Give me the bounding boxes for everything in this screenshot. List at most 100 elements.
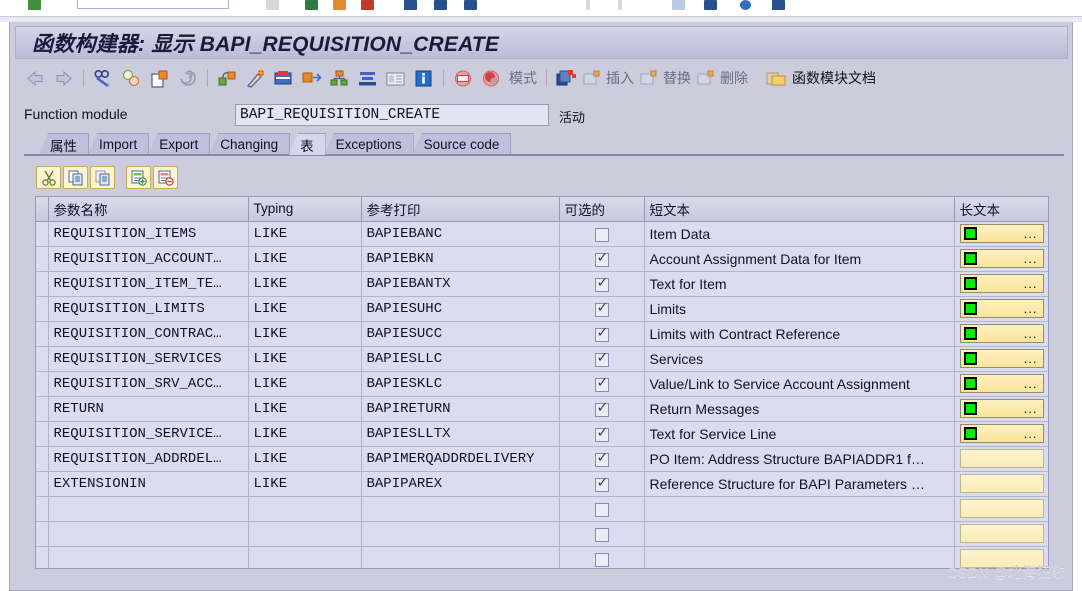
column-header-optional[interactable]: 可选的	[559, 197, 645, 222]
tab-changing[interactable]: Changing	[209, 133, 291, 155]
cell-long-text[interactable]: ...	[954, 371, 1048, 397]
cell-reference[interactable]: BAPIESUHC	[361, 296, 560, 322]
long-text-button[interactable]: ...	[959, 299, 1044, 318]
optional-checkbox[interactable]	[594, 450, 609, 467]
cell-parameter-name[interactable]: REQUISITION_SERVICES	[48, 346, 249, 372]
long-text-button[interactable]: ...	[959, 424, 1044, 443]
cell-long-text[interactable]	[954, 521, 1048, 547]
table-row[interactable]: REQUISITION_ADDRDEL… LIKE BAPIMERQADDRDELI…	[36, 446, 1048, 472]
cell-long-text[interactable]: ...	[954, 246, 1048, 272]
delete-button[interactable]: 删除	[696, 68, 750, 88]
cell-short-text[interactable]	[644, 521, 955, 547]
table-row[interactable]: REQUISITION_CONTRAC…LIKEBAPIESUCC Limits …	[36, 321, 1048, 347]
table-row[interactable]: REQUISITION_ACCOUNT…LIKEBAPIEBKN Account …	[36, 246, 1048, 272]
cell-typing[interactable]: LIKE	[248, 346, 362, 372]
cell-optional[interactable]	[559, 371, 645, 397]
optional-checkbox[interactable]	[594, 375, 609, 392]
delete-row-icon[interactable]	[153, 166, 178, 189]
function-module-input[interactable]: BAPI_REQUISITION_CREATE	[235, 104, 549, 126]
sapgui-globe-icon[interactable]	[740, 0, 751, 10]
sapgui-command-field[interactable]	[77, 0, 229, 9]
cell-optional[interactable]	[559, 271, 645, 297]
row-selector[interactable]	[36, 321, 49, 347]
cell-parameter-name[interactable]: RETURN	[48, 396, 249, 422]
row-selector[interactable]	[36, 346, 49, 372]
optional-checkbox[interactable]	[594, 325, 609, 342]
back-icon[interactable]	[23, 66, 48, 91]
cell-parameter-name[interactable]: REQUISITION_LIMITS	[48, 296, 249, 322]
cell-reference[interactable]: BAPIEBANTX	[361, 271, 560, 297]
cell-reference[interactable]	[361, 546, 560, 568]
sapgui-new-session-icon[interactable]	[464, 0, 477, 10]
table-row[interactable]: REQUISITION_SRV_ACC…LIKEBAPIESKLC Value/L…	[36, 371, 1048, 397]
cell-long-text[interactable]	[954, 471, 1048, 497]
mode-button-label[interactable]: 模式	[507, 68, 539, 88]
insert-row-icon[interactable]	[126, 166, 151, 189]
cell-typing[interactable]	[248, 521, 362, 547]
cell-short-text[interactable]: Value/Link to Service Account Assignment	[644, 371, 955, 397]
cell-parameter-name[interactable]: REQUISITION_ITEM_TE…	[48, 271, 249, 297]
sapgui-previous-page-icon[interactable]	[361, 0, 374, 10]
display-change-icon[interactable]	[91, 66, 116, 91]
sapgui-find-icon[interactable]	[305, 0, 318, 10]
cell-parameter-name[interactable]: REQUISITION_ITEMS	[48, 221, 249, 247]
cell-parameter-name[interactable]: REQUISITION_SRV_ACC…	[48, 371, 249, 397]
cell-reference[interactable]: BAPIESKLC	[361, 371, 560, 397]
other-object-icon[interactable]	[355, 66, 380, 91]
cell-reference[interactable]: BAPIESLLTX	[361, 421, 560, 447]
optional-checkbox[interactable]	[594, 275, 609, 292]
optional-checkbox[interactable]	[594, 475, 609, 492]
row-selector[interactable]	[36, 271, 49, 297]
sapgui-next-page-icon[interactable]	[404, 0, 417, 10]
pattern-icon[interactable]	[215, 66, 240, 91]
sapgui-first-page-icon[interactable]	[333, 0, 346, 10]
row-selector[interactable]	[36, 221, 49, 247]
tab-attributes[interactable]: 属性	[39, 133, 89, 155]
cell-optional[interactable]	[559, 246, 645, 272]
sapgui-save-icon[interactable]	[28, 0, 41, 10]
cell-optional[interactable]	[559, 421, 645, 447]
optional-checkbox[interactable]	[594, 300, 609, 317]
table-row[interactable]	[36, 521, 1048, 547]
sapgui-customize-icon[interactable]	[704, 0, 717, 10]
cell-long-text[interactable]: ...	[954, 396, 1048, 422]
cell-short-text[interactable]: Reference Structure for BAPI Parameters …	[644, 471, 955, 497]
cell-optional[interactable]	[559, 346, 645, 372]
long-text-button[interactable]: ...	[959, 249, 1044, 268]
tab-export[interactable]: Export	[148, 133, 211, 155]
cell-parameter-name[interactable]: EXTENSIONIN	[48, 471, 249, 497]
long-text-button[interactable]	[959, 474, 1044, 493]
single-test-icon[interactable]	[327, 66, 352, 91]
cell-long-text[interactable]: ...	[954, 221, 1048, 247]
table-row[interactable]: RETURNLIKEBAPIRETURN Return Messages...	[36, 396, 1048, 422]
paste-icon[interactable]	[90, 166, 115, 189]
optional-checkbox[interactable]	[594, 350, 609, 367]
cell-typing[interactable]: LIKE	[248, 221, 362, 247]
cell-short-text[interactable]: Return Messages	[644, 396, 955, 422]
row-selector[interactable]	[36, 521, 49, 547]
cell-optional[interactable]	[559, 296, 645, 322]
debug-icon[interactable]	[451, 66, 476, 91]
table-row[interactable]: REQUISITION_SERVICESLIKEBAPIESLLC Service…	[36, 346, 1048, 372]
row-selector[interactable]	[36, 546, 49, 568]
row-selector[interactable]	[36, 396, 49, 422]
documentation-icon[interactable]	[383, 66, 408, 91]
long-text-button[interactable]: ...	[959, 224, 1044, 243]
cell-long-text[interactable]	[954, 446, 1048, 472]
info-icon[interactable]	[411, 66, 436, 91]
cell-optional[interactable]	[559, 546, 645, 568]
cell-typing[interactable]	[248, 546, 362, 568]
cell-parameter-name[interactable]: REQUISITION_ADDRDEL…	[48, 446, 249, 472]
row-selector[interactable]	[36, 446, 49, 472]
cell-optional[interactable]	[559, 321, 645, 347]
long-text-button[interactable]	[959, 449, 1044, 468]
cell-short-text[interactable]: Limits	[644, 296, 955, 322]
cell-short-text[interactable]	[644, 496, 955, 522]
cell-long-text[interactable]: ...	[954, 321, 1048, 347]
copy-icon[interactable]	[63, 166, 88, 189]
optional-checkbox[interactable]	[594, 227, 609, 242]
cell-short-text[interactable]: Account Assignment Data for Item	[644, 246, 955, 272]
check-icon[interactable]	[271, 66, 296, 91]
column-header-param-name[interactable]: 参数名称	[48, 197, 249, 222]
tab-import[interactable]: Import	[88, 133, 150, 155]
